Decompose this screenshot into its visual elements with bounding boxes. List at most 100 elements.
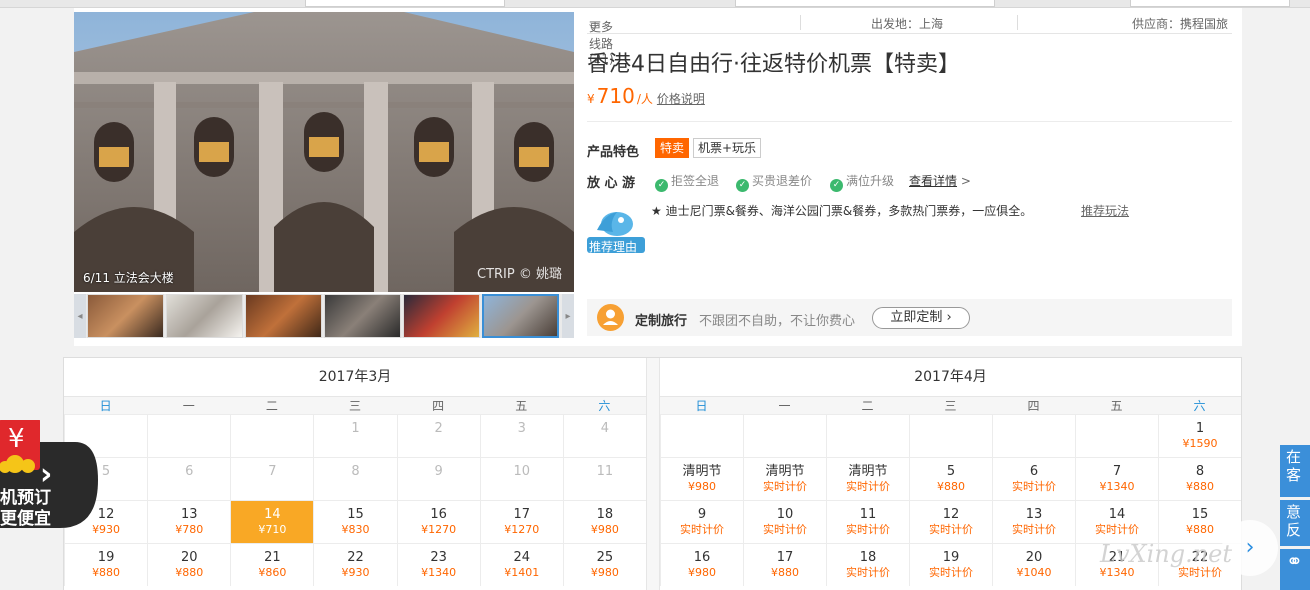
custom-travel-title: 定制旅行 xyxy=(635,314,688,329)
calendar-day[interactable]: 17 ¥1270 xyxy=(479,500,563,543)
online-service-label: 在客 xyxy=(1286,448,1302,484)
day-number: 1 xyxy=(1195,421,1205,436)
calendar-day-selected[interactable]: 14 ¥710 xyxy=(230,500,314,543)
calendar-day: 2 xyxy=(396,414,480,457)
thumbnail[interactable] xyxy=(403,294,480,338)
departure-city: 出发地：上海 xyxy=(871,17,944,31)
day-price: ¥980 xyxy=(590,523,619,536)
tag-special-sale: 特卖 xyxy=(655,138,690,158)
day-number: 11 xyxy=(859,507,877,522)
calendar-day[interactable]: 21 ¥860 xyxy=(230,543,314,586)
calendar-day[interactable]: 10 实时计价 xyxy=(743,500,826,543)
calendar-empty-cell xyxy=(909,414,992,457)
calendar-empty-cell xyxy=(826,414,909,457)
chevron-down-icon: ⌵ xyxy=(589,18,599,32)
feedback-widget[interactable]: 意反 xyxy=(1280,500,1310,546)
day-price: ¥1401 xyxy=(504,566,540,579)
browser-tab[interactable] xyxy=(735,0,995,7)
calendar-day[interactable]: 18 ¥980 xyxy=(562,500,646,543)
share-widget[interactable]: ⚭ xyxy=(1280,549,1310,590)
assurance-item: ✓ 满位升级 xyxy=(830,172,894,192)
divider xyxy=(800,15,801,30)
calendar-day[interactable]: 清明节 实时计价 xyxy=(826,457,909,500)
calendar-day[interactable]: 13 实时计价 xyxy=(992,500,1075,543)
price-calendar: 2017年3月 日一二三四五六 1 2 3 4 5 6 7 8 9 10 11 12 ¥930 13 ¥78… xyxy=(63,357,1242,590)
calendar-day[interactable]: 19 实时计价 xyxy=(909,543,992,586)
calendar-day[interactable]: 清明节 ¥980 xyxy=(660,457,743,500)
day-price: ¥930 xyxy=(341,566,370,579)
custom-now-button[interactable]: 立即定制 › xyxy=(872,307,970,329)
recommend-play-link[interactable]: 推荐玩法 xyxy=(1081,202,1129,219)
calendar-day[interactable]: 9 实时计价 xyxy=(660,500,743,543)
day-price: ¥780 xyxy=(175,523,204,536)
thumb-prev-button[interactable]: ◂ xyxy=(74,294,86,338)
calendar-day: 9 xyxy=(396,457,480,500)
calendar-day[interactable]: 7 ¥1340 xyxy=(1075,457,1158,500)
calendar-day[interactable]: 11 实时计价 xyxy=(826,500,909,543)
day-price: ¥1340 xyxy=(1099,480,1135,493)
day-number: 清明节 xyxy=(848,464,888,479)
calendar-day[interactable]: 25 ¥980 xyxy=(562,543,646,586)
calendar-day[interactable]: 1 ¥1590 xyxy=(1158,414,1241,457)
browser-tab[interactable] xyxy=(305,0,505,7)
recommend-reason-label: 推荐理由 xyxy=(589,240,638,254)
day-price: 实时计价 xyxy=(763,523,807,536)
calendar-day[interactable]: 清明节 实时计价 xyxy=(743,457,826,500)
calendar-day[interactable]: 24 ¥1401 xyxy=(479,543,563,586)
calendar-day[interactable]: 15 ¥830 xyxy=(313,500,397,543)
calendar-day[interactable]: 13 ¥780 xyxy=(147,500,231,543)
calendar-day[interactable]: 12 实时计价 xyxy=(909,500,992,543)
day-number: 22 xyxy=(347,550,364,565)
thumb-next-button[interactable]: ▸ xyxy=(562,294,574,338)
calendar-day[interactable]: 22 ¥930 xyxy=(313,543,397,586)
calendar-day: 6 xyxy=(147,457,231,500)
day-number: 15 xyxy=(1191,507,1209,522)
day-price: ¥1340 xyxy=(421,566,457,579)
weekday-label: 四 xyxy=(1027,399,1040,413)
recommend-reason-badge: 推荐理由 xyxy=(587,206,645,254)
assurance-item: ✓ 拒签全退 xyxy=(655,172,719,192)
online-service-widget[interactable]: 在客 xyxy=(1280,445,1310,497)
calendar-day[interactable]: 19 ¥880 xyxy=(64,543,148,586)
calendar-day[interactable]: 17 ¥880 xyxy=(743,543,826,586)
flight-promo-widget[interactable]: ¥ › 机预订 更便宜 xyxy=(0,418,98,530)
thumbnail-active[interactable] xyxy=(482,294,559,338)
calendar-day[interactable]: 16 ¥1270 xyxy=(396,500,480,543)
thumbnail[interactable] xyxy=(324,294,401,338)
calendar-day[interactable]: 23 ¥1340 xyxy=(396,543,480,586)
thumbnail[interactable] xyxy=(166,294,243,338)
weekday-label: 五 xyxy=(515,399,528,413)
day-number: 2 xyxy=(434,421,443,436)
main-photo[interactable]: 6/11 立法会大楼 CTRIP © 姚璐 xyxy=(74,12,574,292)
calendar-day[interactable]: 14 实时计价 xyxy=(1075,500,1158,543)
calendar-day[interactable]: 18 实时计价 xyxy=(826,543,909,586)
browser-tab[interactable] xyxy=(1130,0,1290,7)
day-number: 3 xyxy=(517,421,526,436)
thumbnail[interactable] xyxy=(245,294,322,338)
product-top-card: 6/11 立法会大楼 CTRIP © 姚璐 ◂ ▸ 更多线路(21) ⌵ 出发地… xyxy=(74,8,1242,346)
calendar-day[interactable]: 6 实时计价 xyxy=(992,457,1075,500)
weekday-label: 三 xyxy=(348,399,361,413)
meta-bar: 更多线路(21) ⌵ 出发地：上海 供应商：携程国旅 xyxy=(587,12,1232,66)
day-price: ¥980 xyxy=(590,566,619,579)
day-number: 清明节 xyxy=(765,464,805,479)
weekday-label: 日 xyxy=(695,399,708,413)
tag-flight-fun: 机票+玩乐 xyxy=(693,138,762,158)
price-note-link[interactable]: 价格说明 xyxy=(657,92,705,106)
day-price: ¥1040 xyxy=(1016,566,1052,579)
day-price: 实时计价 xyxy=(929,566,973,579)
calendar-day: 11 xyxy=(562,457,646,500)
calendar-day[interactable]: 20 ¥1040 xyxy=(992,543,1075,586)
thumbnail[interactable] xyxy=(87,294,164,338)
calendar-day: 10 xyxy=(479,457,563,500)
calendar-day[interactable]: 8 ¥880 xyxy=(1158,457,1241,500)
day-number: 10 xyxy=(776,507,794,522)
day-price: 实时计价 xyxy=(1095,523,1139,536)
chevron-right-icon: ▸ xyxy=(565,310,571,322)
calendar-day[interactable]: 16 ¥980 xyxy=(660,543,743,586)
assurance-detail-link[interactable]: 查看详情 > xyxy=(909,172,971,189)
day-number: 13 xyxy=(180,507,198,522)
day-price: ¥880 xyxy=(92,566,121,579)
calendar-day[interactable]: 5 ¥880 xyxy=(909,457,992,500)
calendar-day[interactable]: 20 ¥880 xyxy=(147,543,231,586)
